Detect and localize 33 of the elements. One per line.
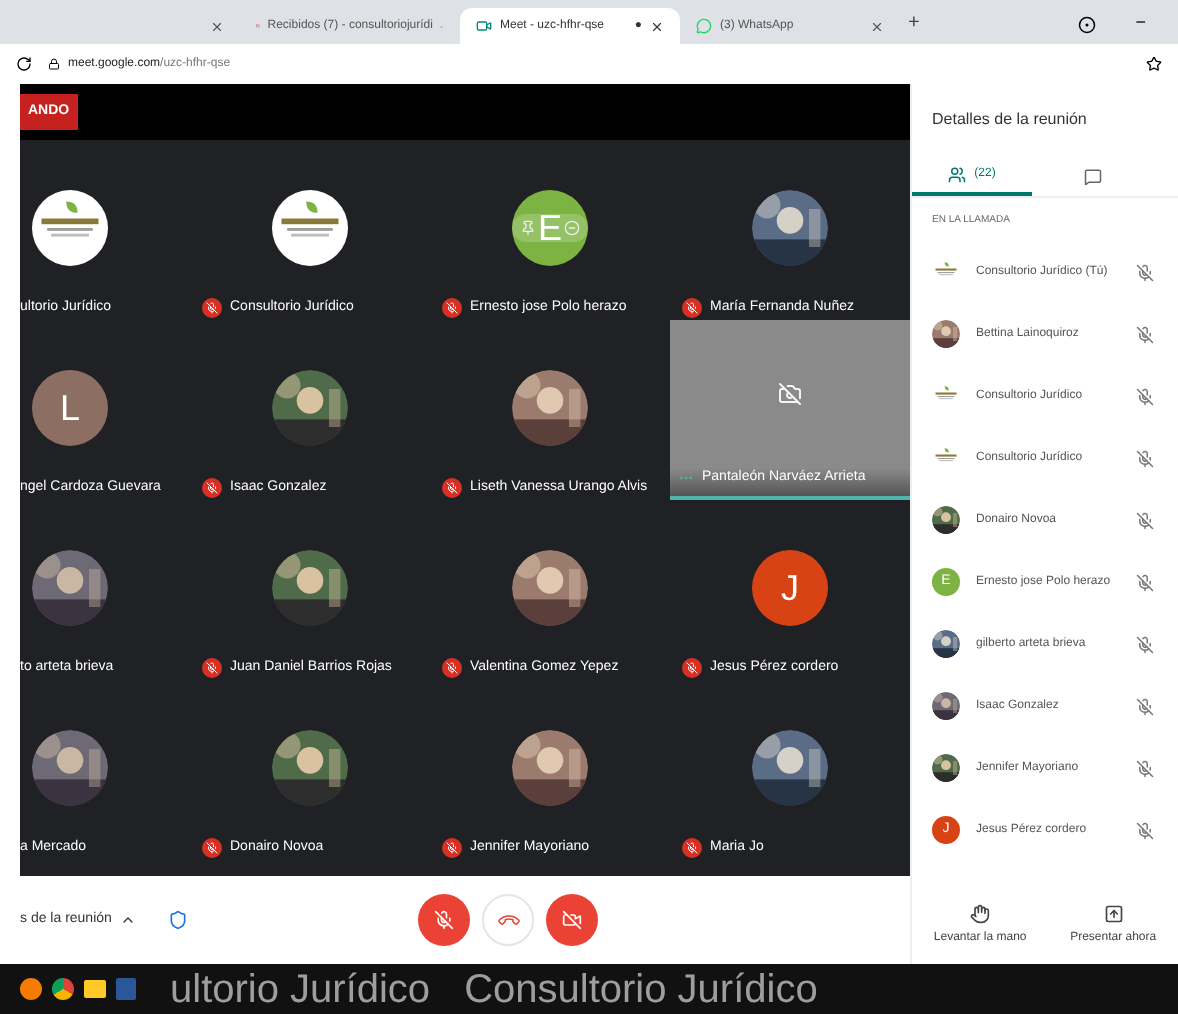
panel-title: Detalles de la reunión [930, 108, 1089, 132]
microphone-button[interactable] [418, 894, 471, 946]
record-icon[interactable] [1077, 16, 1096, 34]
people-icon [948, 165, 967, 183]
bookmark-star-icon[interactable] [1146, 56, 1162, 72]
new-tab-button[interactable]: + [908, 8, 920, 38]
avatar: E [512, 190, 588, 266]
minimize-button[interactable]: − [1135, 9, 1146, 36]
avatar: L [32, 370, 108, 446]
chat-bubble-icon [696, 18, 712, 34]
present-screen-icon [1103, 904, 1124, 924]
window-title: ultorio Jurídico [170, 969, 431, 1009]
lock-icon [48, 58, 60, 70]
logo-icon [32, 190, 108, 266]
chrome-app-icon[interactable] [52, 978, 74, 1000]
close-icon[interactable] [650, 19, 664, 33]
chat-icon [1083, 167, 1101, 185]
camera-off-icon [778, 381, 802, 406]
caret-icon [119, 912, 136, 928]
close-icon[interactable] [210, 19, 224, 33]
close-icon[interactable] [870, 19, 884, 33]
camera-off-icon [562, 910, 583, 930]
video-icon [476, 18, 492, 34]
shield-icon[interactable] [167, 910, 188, 930]
window-title: Consultorio Jurídico [464, 969, 818, 1009]
hang-up-button[interactable] [482, 894, 535, 946]
reload-icon[interactable] [16, 56, 32, 72]
avatar: J [752, 550, 828, 626]
hand-icon [970, 904, 991, 924]
microphone-off-icon [434, 910, 455, 930]
browser-app-icon[interactable] [20, 978, 42, 1000]
camera-button[interactable] [546, 894, 599, 946]
logo-icon [272, 190, 348, 266]
